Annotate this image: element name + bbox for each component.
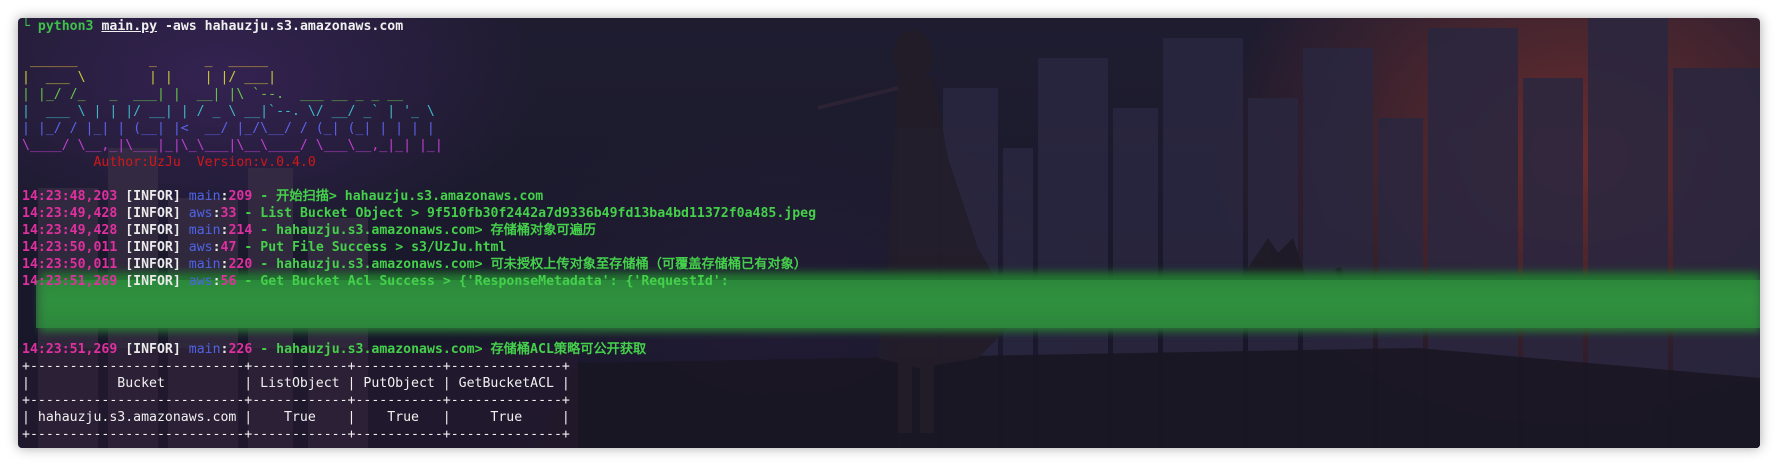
prompt-glyph: └: [22, 19, 30, 34]
table-row: | hahauzju.s3.amazonaws.com | True | Tru…: [22, 410, 570, 425]
command-program: python3: [37, 19, 94, 34]
log-line: 14:23:51,269 [INFOR] aws:56 - Get Bucket…: [22, 274, 729, 289]
table-border: +---------------------------+-----------…: [22, 359, 570, 374]
table-border: +---------------------------+-----------…: [22, 393, 570, 408]
log-line: 14:23:50,011 [INFOR] aws:47 - Put File S…: [22, 240, 507, 255]
terminal-window[interactable]: └ python3 main.py -aws hahauzju.s3.amazo…: [18, 18, 1760, 448]
banner-line: | |_/ /_ _ ___| | __| |\ `--. ___ __ _ _…: [22, 87, 404, 102]
log-line: 14:23:50,011 [INFOR] main:220 - hahauzju…: [22, 257, 807, 272]
command-script: main.py: [101, 19, 158, 34]
table-border: +---------------------------+-----------…: [22, 427, 570, 442]
table-header: | Bucket | ListObject | PutObject | GetB…: [22, 376, 570, 391]
command-args: -aws hahauzju.s3.amazonaws.com: [164, 19, 404, 34]
banner-line: | ___ \ | | |/ __| | / _ \ __|`--. \/ __…: [22, 104, 435, 119]
banner-author: Author:UzJu Version:v.0.4.0: [22, 155, 316, 170]
log-line: 14:23:49,428 [INFOR] aws:33 - List Bucke…: [22, 206, 817, 221]
command-line: └ python3 main.py -aws hahauzju.s3.amazo…: [22, 18, 1756, 35]
terminal-output: └ python3 main.py -aws hahauzju.s3.amazo…: [22, 18, 1756, 443]
banner-line: \____/ \__,_|\___|_|\_\___|\__\____/ \__…: [22, 138, 443, 153]
banner-line: ______ _ _ _____: [22, 53, 269, 68]
banner-line: | ___ \ | | | |/ ___|: [22, 70, 277, 85]
log-line: 14:23:48,203 [INFOR] main:209 - 开始扫描> ha…: [22, 189, 544, 204]
log-line: 14:23:49,428 [INFOR] main:214 - hahauzju…: [22, 223, 596, 238]
banner-line: | |_/ / |_| | (__| |< __/ |_/\__/ / (_| …: [22, 121, 435, 136]
log-line: 14:23:51,269 [INFOR] main:226 - hahauzju…: [22, 342, 647, 357]
